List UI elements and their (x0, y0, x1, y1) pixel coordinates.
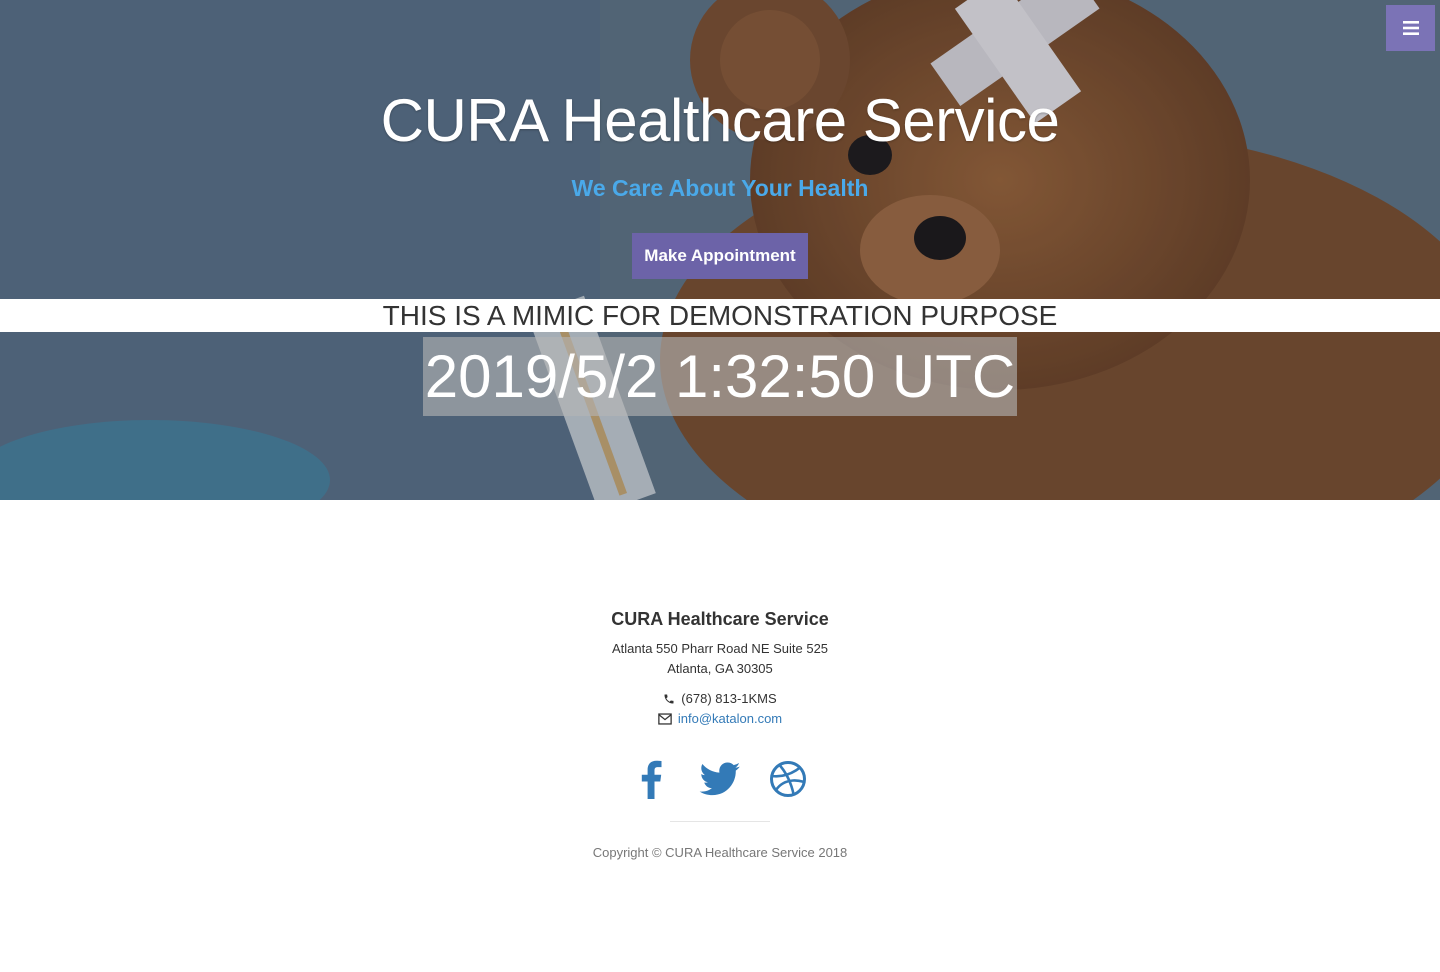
footer-title: CURA Healthcare Service (611, 609, 829, 629)
phone-row: (678) 813-1KMS (0, 691, 1440, 706)
facebook-link[interactable] (630, 757, 674, 801)
hero-section: CURA Healthcare Service We Care About Yo… (0, 0, 1440, 500)
address-line-1: Atlanta 550 Pharr Road NE Suite 525 (611, 641, 829, 656)
address-line-2: Atlanta, GA 30305 (667, 661, 773, 676)
footer: CURA Healthcare Service Atlanta 550 Phar… (0, 500, 1440, 972)
facebook-icon (641, 760, 662, 799)
menu-toggle-button[interactable] (1386, 5, 1435, 51)
demo-notice-banner: THIS IS A MIMIC FOR DEMONSTRATION PURPOS… (0, 299, 1440, 332)
twitter-link[interactable] (698, 757, 742, 801)
social-links (0, 757, 1440, 801)
make-appointment-button[interactable]: Make Appointment (632, 233, 808, 279)
phone-number: (678) 813-1KMS (681, 691, 777, 706)
dribbble-link[interactable] (766, 757, 810, 801)
hero-title: CURA Healthcare Service (380, 87, 1060, 154)
timestamp-text: 2019/5/2 1:32:50 UTC (422, 337, 1018, 416)
envelope-icon (658, 712, 672, 725)
hero-subtitle: We Care About Your Health (571, 175, 869, 201)
email-row: info@katalon.com (0, 711, 1440, 726)
dribbble-icon (770, 761, 806, 797)
copyright-text: Copyright © CURA Healthcare Service 2018 (592, 845, 848, 860)
footer-divider (670, 821, 770, 822)
twitter-icon (699, 762, 741, 796)
phone-icon (664, 694, 674, 703)
hamburger-menu-icon (1402, 21, 1419, 35)
timestamp-container: 2019/5/2 1:32:50 UTC (0, 337, 1440, 416)
email-link[interactable]: info@katalon.com (678, 711, 782, 726)
